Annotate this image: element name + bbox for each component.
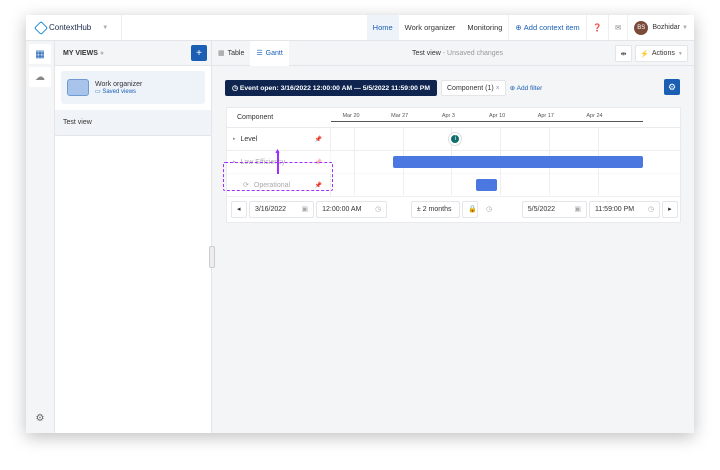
nav-work-organizer[interactable]: Work organizer bbox=[399, 15, 462, 40]
help-icon[interactable]: ❓ bbox=[587, 15, 608, 40]
nav-home[interactable]: Home bbox=[366, 15, 399, 40]
saved-views-link[interactable]: ▭ Saved views bbox=[95, 88, 142, 95]
end-date-input[interactable]: 5/5/2022 ▣ bbox=[521, 200, 587, 218]
nav-monitoring[interactable]: Monitoring bbox=[461, 15, 508, 40]
logo-icon bbox=[33, 20, 49, 35]
gantt-settings-button[interactable]: ⚙ bbox=[664, 79, 680, 95]
event-date-filter[interactable]: ◷ Event open: 3/16/2022 12:00:00 AM — 5/… bbox=[225, 80, 437, 96]
prev-range-button[interactable]: ◂ bbox=[231, 200, 247, 218]
next-range-button[interactable]: ▸ bbox=[662, 200, 678, 218]
app-name: ContextHub bbox=[49, 23, 92, 32]
help-icon[interactable]: ● bbox=[100, 50, 104, 57]
bolt-icon: ⚡ bbox=[640, 50, 649, 58]
collapse-icon[interactable]: ⇹ bbox=[615, 45, 632, 62]
tick-label: Apr 10 bbox=[488, 113, 506, 119]
add-filter-button[interactable]: ⊕ Add filter bbox=[510, 84, 543, 92]
actions-button[interactable]: ⚡ Actions ▼ bbox=[635, 45, 688, 62]
app-logo[interactable]: ContextHub ▼ bbox=[26, 15, 122, 40]
chevron-down-icon: ▼ bbox=[682, 24, 688, 31]
folder-icon bbox=[67, 79, 89, 96]
tab-gantt[interactable]: ☰ Gantt bbox=[250, 40, 289, 66]
column-header: Component bbox=[237, 114, 274, 121]
end-time-input[interactable]: 11:59:00 PM ◷ bbox=[588, 200, 661, 218]
gantt-bar[interactable] bbox=[476, 179, 498, 191]
history-icon[interactable]: ◷ bbox=[480, 205, 498, 213]
date-range-controls: ◂ 3/16/2022 ▣ 12:00:00 AM ◷ ± 2 months 🔒 ◷… bbox=[227, 196, 682, 222]
work-organizer-card[interactable]: Work organizer ▭ Saved views bbox=[61, 71, 205, 104]
chevron-down-icon[interactable]: ▼ bbox=[102, 25, 108, 31]
clock-icon[interactable]: ◷ bbox=[648, 205, 654, 213]
add-context-item-button[interactable]: ⊕ Add context item bbox=[509, 15, 585, 40]
add-view-button[interactable]: + bbox=[191, 45, 207, 61]
gantt-bar[interactable] bbox=[392, 156, 644, 168]
gantt-chart: Component Mar 20 Mar 27 Apr 3 Apr 10 Apr 17 Ap… bbox=[223, 107, 682, 223]
gantt-icon: ☰ bbox=[256, 50, 263, 57]
close-icon[interactable]: × bbox=[496, 85, 500, 92]
lock-icon[interactable]: 🔒 bbox=[462, 200, 479, 218]
clock-icon[interactable]: ◷ bbox=[375, 205, 381, 213]
panel-title: MY VIEWS bbox=[63, 49, 98, 57]
tick-label: Mar 27 bbox=[391, 113, 409, 119]
tick-label: Mar 20 bbox=[342, 113, 360, 119]
card-title: Work organizer bbox=[95, 80, 143, 88]
tick-label: Apr 24 bbox=[586, 113, 603, 119]
pin-icon[interactable]: 📌 bbox=[315, 136, 322, 143]
tab-table[interactable]: ▦ Table bbox=[212, 41, 250, 66]
views-icon[interactable]: ▦ bbox=[29, 44, 51, 64]
component-filter-chip[interactable]: Component (1) × bbox=[441, 80, 506, 96]
view-item-test-view[interactable]: Test view bbox=[55, 110, 211, 136]
view-title: Test view - Unsaved changes bbox=[412, 49, 504, 57]
drag-arrow-head: ▲ bbox=[274, 148, 281, 155]
calendar-icon[interactable]: ▣ bbox=[574, 205, 581, 213]
settings-icon[interactable]: ⚙ bbox=[29, 408, 51, 428]
top-bar: ContextHub ▼ Home Work organizer Monitori… bbox=[26, 15, 694, 41]
table-icon: ▦ bbox=[218, 50, 225, 57]
user-menu[interactable]: BS Bozhidar ▼ bbox=[628, 15, 694, 40]
avatar: BS bbox=[634, 20, 649, 35]
start-date-input[interactable]: 3/16/2022 ▣ bbox=[248, 200, 315, 218]
start-time-input[interactable]: 12:00:00 AM ◷ bbox=[316, 200, 388, 218]
range-span-button[interactable]: ± 2 months bbox=[410, 200, 461, 218]
expand-icon[interactable]: ▸ bbox=[233, 136, 236, 142]
tick-label: Apr 3 bbox=[441, 113, 455, 119]
views-panel: MY VIEWS ● + Work organizer ▭ Saved views… bbox=[55, 41, 215, 433]
inbox-icon[interactable]: ✉ bbox=[609, 15, 627, 40]
app-window: ContextHub ▼ Home Work organizer Monitori… bbox=[26, 15, 694, 433]
main-area: ▦ Table ☰ Gantt Test view - Unsaved change… bbox=[212, 40, 694, 433]
calendar-icon[interactable]: ▣ bbox=[302, 205, 309, 213]
tick-label: Apr 17 bbox=[537, 113, 554, 119]
left-icon-strip: ▦ ☁ ⚙ bbox=[26, 41, 55, 433]
cloud-icon[interactable]: ☁ bbox=[29, 67, 51, 87]
